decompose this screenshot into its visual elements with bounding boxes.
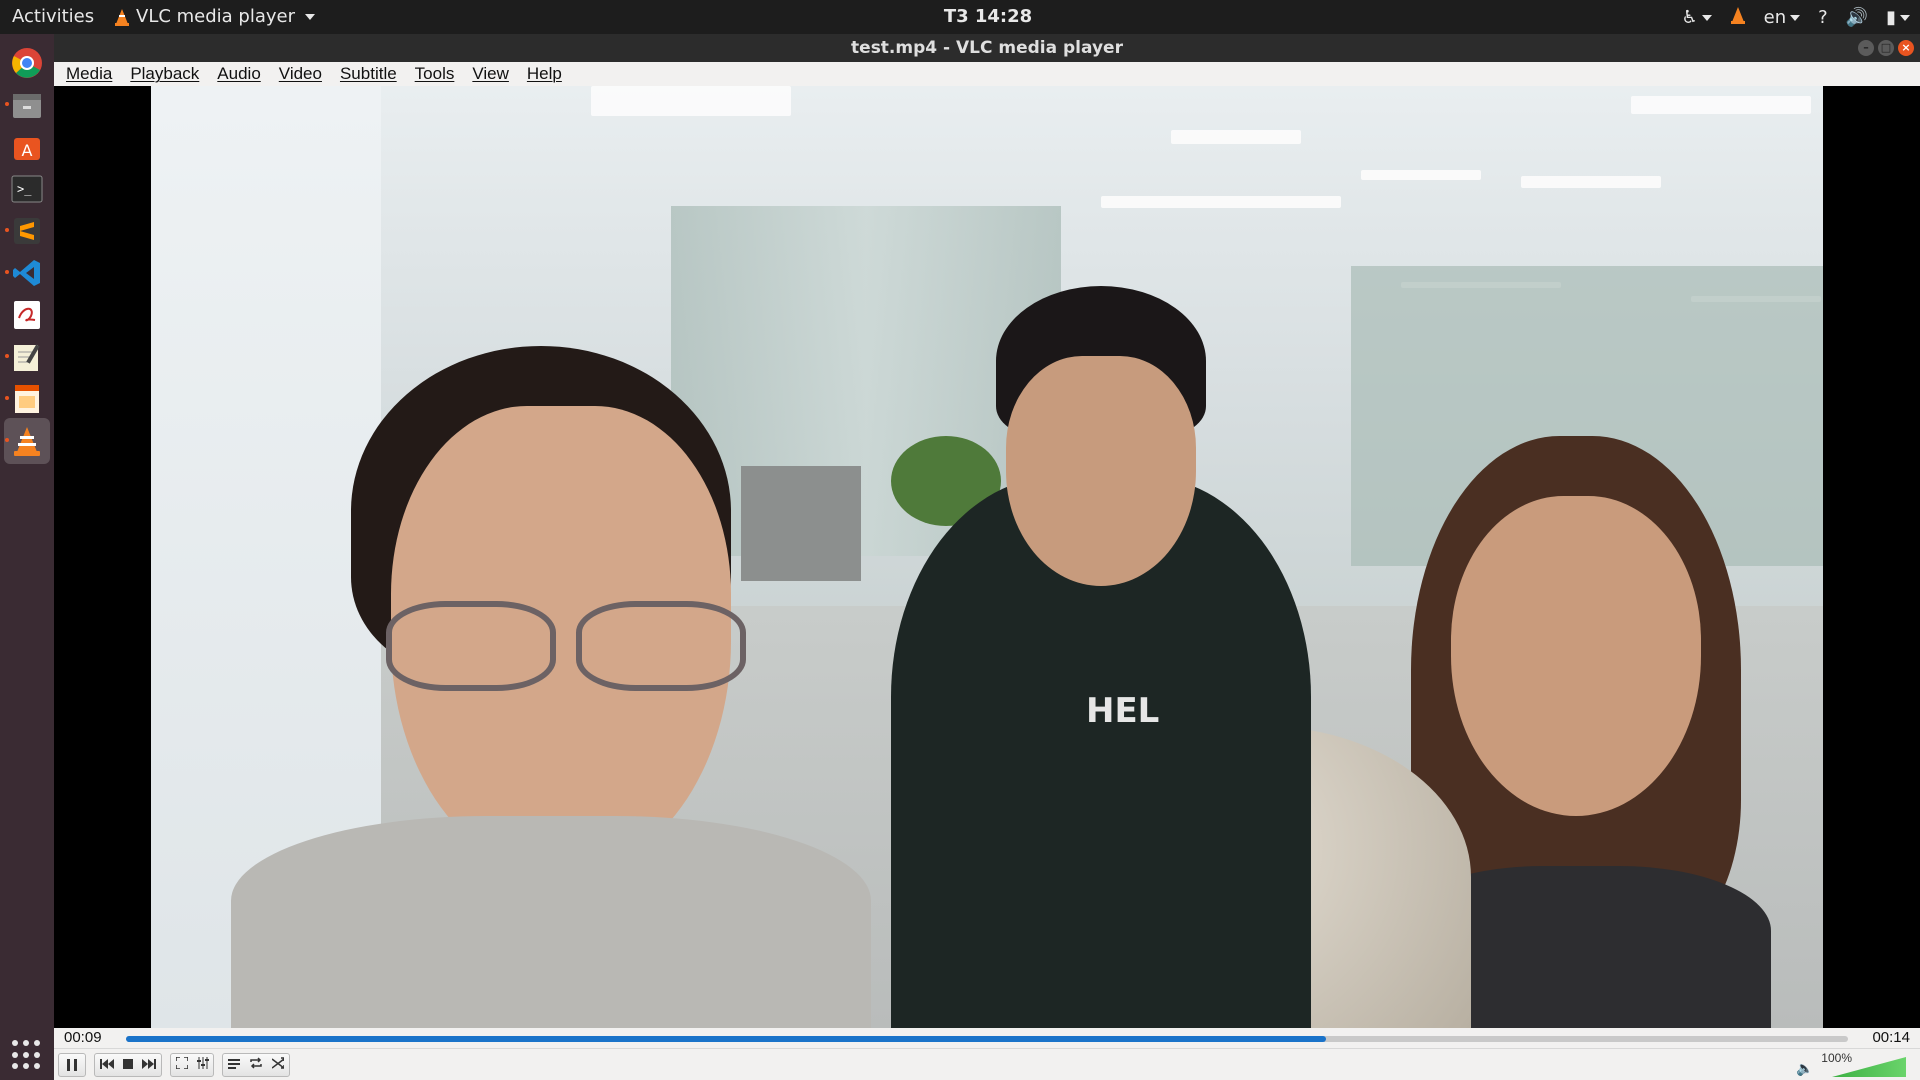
- window-title: test.mp4 - VLC media player: [851, 38, 1123, 58]
- pause-button[interactable]: [58, 1053, 86, 1077]
- help-icon[interactable]: ?: [1818, 7, 1828, 28]
- menu-playback[interactable]: Playback: [130, 64, 199, 84]
- files-icon[interactable]: [4, 82, 50, 128]
- person-middle: HEL: [891, 286, 1311, 1028]
- equalizer-icon: [196, 1057, 209, 1069]
- seek-progress: [126, 1036, 1327, 1042]
- transport-group: [94, 1053, 162, 1077]
- extended-settings-button[interactable]: [196, 1057, 209, 1073]
- pause-icon: [67, 1059, 77, 1071]
- menu-media[interactable]: Media: [66, 64, 112, 84]
- sublime-text-icon[interactable]: [4, 208, 50, 254]
- previous-icon: [99, 1058, 114, 1069]
- menu-view[interactable]: View: [472, 64, 509, 84]
- seek-row: 00:09 00:14: [54, 1028, 1920, 1048]
- stop-icon: [122, 1058, 133, 1069]
- window-titlebar[interactable]: test.mp4 - VLC media player – □ ×: [54, 34, 1920, 62]
- menu-video[interactable]: Video: [279, 64, 322, 84]
- fullscreen-icon: [174, 1056, 189, 1070]
- shuffle-button[interactable]: [271, 1057, 286, 1073]
- menu-tools[interactable]: Tools: [415, 64, 455, 84]
- system-tray: ♿ en ? 🔊 ▮: [1681, 6, 1910, 29]
- volume-icon[interactable]: 🔊: [1846, 7, 1868, 28]
- close-icon[interactable]: ×: [1898, 40, 1914, 56]
- vlc-icon[interactable]: [4, 418, 50, 464]
- view-group: [170, 1053, 214, 1077]
- vlc-tray-icon[interactable]: [1730, 6, 1746, 29]
- document-viewer-icon[interactable]: [4, 292, 50, 338]
- minimize-icon[interactable]: –: [1858, 40, 1874, 56]
- vscode-icon[interactable]: [4, 250, 50, 296]
- volume-percent: 100%: [1821, 1051, 1852, 1065]
- stop-button[interactable]: [122, 1058, 133, 1073]
- current-time: 00:09: [64, 1029, 102, 1046]
- loop-icon: [250, 1057, 262, 1069]
- document-icon[interactable]: [4, 376, 50, 422]
- previous-button[interactable]: [99, 1058, 114, 1073]
- menu-help[interactable]: Help: [527, 64, 562, 84]
- text-editor-icon[interactable]: [4, 334, 50, 380]
- fullscreen-button[interactable]: [174, 1056, 189, 1073]
- total-time: 00:14: [1872, 1029, 1910, 1046]
- language-indicator[interactable]: en: [1763, 7, 1801, 28]
- shuffle-icon: [271, 1057, 286, 1069]
- ubuntu-software-icon[interactable]: A: [4, 124, 50, 170]
- maximize-icon[interactable]: □: [1878, 40, 1894, 56]
- dock: A >_: [0, 34, 54, 1080]
- language-label: en: [1763, 7, 1787, 28]
- menu-subtitle[interactable]: Subtitle: [340, 64, 397, 84]
- glasses: [386, 601, 746, 691]
- seek-bar[interactable]: [126, 1036, 1848, 1042]
- video-frame: HEL: [151, 86, 1823, 1028]
- clock[interactable]: T3 14:28: [0, 6, 1920, 27]
- playlist-button[interactable]: [227, 1058, 240, 1073]
- terminal-icon[interactable]: >_: [4, 166, 50, 212]
- video-area[interactable]: HEL: [54, 86, 1920, 1028]
- person-left: [231, 346, 871, 1028]
- svg-text:>_: >_: [17, 182, 32, 196]
- playlist-icon: [227, 1058, 240, 1069]
- top-bar: Activities VLC media player T3 14:28 ♿ e…: [0, 0, 1920, 34]
- next-icon: [142, 1058, 157, 1069]
- loop-button[interactable]: [249, 1057, 263, 1073]
- shirt-text: HEL: [1086, 691, 1160, 731]
- speaker-icon[interactable]: 🔈: [1796, 1061, 1813, 1077]
- battery-icon[interactable]: ▮: [1886, 7, 1910, 28]
- menu-audio[interactable]: Audio: [217, 64, 260, 84]
- volume-control[interactable]: 🔈 100%: [1796, 1051, 1906, 1079]
- playlist-group: [222, 1053, 290, 1077]
- show-applications-icon[interactable]: [12, 1040, 42, 1070]
- accessibility-icon[interactable]: ♿: [1681, 7, 1712, 28]
- chrome-icon[interactable]: [4, 40, 50, 86]
- controls-bar: 🔈 100%: [54, 1048, 1920, 1080]
- menu-bar: Media Playback Audio Video Subtitle Tool…: [54, 62, 1920, 86]
- svg-text:A: A: [22, 141, 33, 160]
- next-button[interactable]: [142, 1058, 157, 1073]
